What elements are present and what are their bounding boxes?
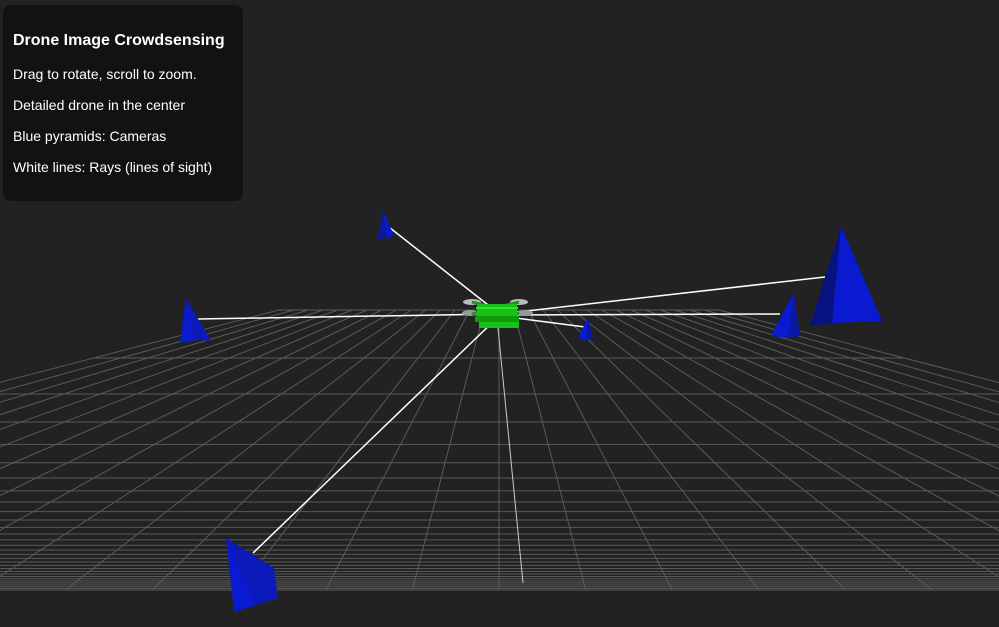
legend-line-drone: Detailed drone in the center [13,97,185,113]
instruction-line: Drag to rotate, scroll to zoom. [13,66,197,82]
panel-title: Drone Image Crowdsensing [13,32,225,49]
legend-line-rays: White lines: Rays (lines of sight) [13,159,213,175]
ray [499,313,781,316]
legend-line-cameras: Blue pyramids: Cameras [13,128,167,144]
info-panel: Drone Image Crowdsensing Drag to rotate,… [3,5,243,201]
